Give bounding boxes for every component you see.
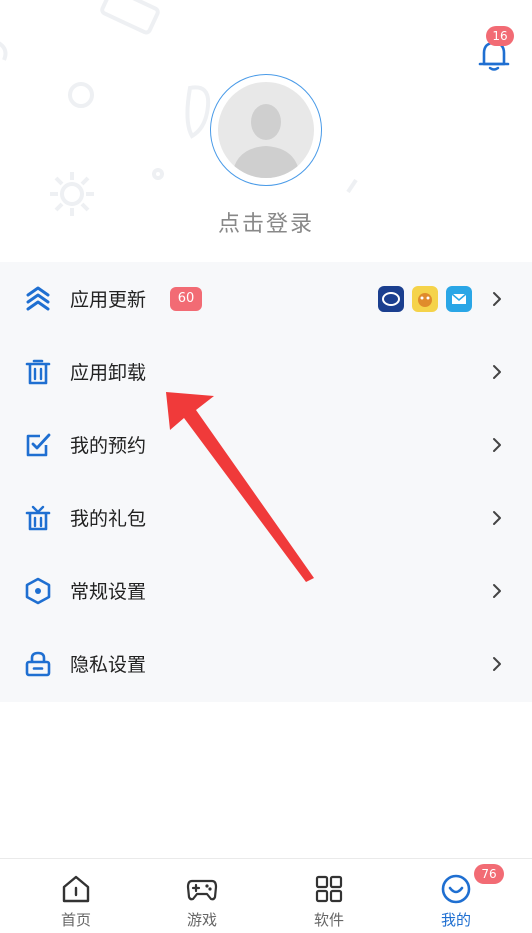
menu-item-my-gift[interactable]: 我的礼包 (0, 481, 532, 554)
login-link[interactable]: 点击登录 (0, 206, 532, 238)
lock-icon (25, 651, 51, 676)
menu-item-label: 应用卸载 (70, 362, 147, 384)
tab-label: 游戏 (186, 911, 217, 929)
chevron-right-icon (493, 291, 501, 306)
menu-item-app-update[interactable]: 应用更新 60 (0, 262, 532, 335)
menu-item-label: 我的礼包 (70, 508, 147, 530)
menu-item-label: 应用更新 (70, 289, 147, 311)
chevron-right-icon (493, 510, 501, 525)
profile-header: 16 点击登录 (0, 0, 532, 262)
chevron-right-icon (493, 656, 501, 671)
chevron-right-icon (493, 364, 501, 379)
hexagon-icon (25, 577, 51, 604)
menu-item-label: 我的预约 (70, 435, 147, 457)
app-thumb-1-icon (378, 285, 404, 312)
tab-label: 软件 (313, 911, 344, 929)
update-count-badge: 60 (170, 286, 202, 311)
tab-label: 我的 (440, 911, 471, 929)
app-thumb-2-icon (412, 285, 438, 312)
decorative-cloud-icon (0, 41, 8, 61)
menu-item-my-booking[interactable]: 我的预约 (0, 408, 532, 481)
tab-software[interactable]: 软件 (279, 859, 379, 933)
decorative-circle-icon (68, 82, 94, 108)
menu-list: 应用更新 60 应用卸载 我的预约 我的礼包 常规设置 隐私设置 (0, 262, 532, 702)
home-icon (62, 875, 90, 903)
decorative-pencil-icon (100, 0, 160, 35)
tab-label: 首页 (60, 911, 91, 929)
menu-item-app-uninstall[interactable]: 应用卸载 (0, 335, 532, 408)
chevron-right-icon (493, 437, 501, 452)
tab-home[interactable]: 首页 (26, 859, 126, 933)
menu-item-general-settings[interactable]: 常规设置 (0, 554, 532, 627)
gamepad-icon (186, 879, 218, 901)
tab-mine-badge: 76 (474, 864, 504, 884)
notification-badge: 16 (486, 26, 514, 46)
smile-icon (441, 874, 471, 904)
tab-games[interactable]: 游戏 (152, 859, 252, 933)
gift-icon (25, 505, 51, 530)
decorative-dot-icon (152, 168, 164, 180)
avatar-placeholder-icon (218, 82, 314, 178)
menu-item-label: 隐私设置 (70, 654, 147, 676)
menu-item-label: 常规设置 (70, 581, 147, 603)
layers-icon (26, 286, 50, 310)
menu-item-privacy-settings[interactable]: 隐私设置 (0, 627, 532, 700)
bottom-tab-bar: 首页 游戏 软件 我的 (0, 858, 532, 933)
chevron-right-icon (493, 583, 501, 598)
check-square-icon (26, 433, 51, 456)
decorative-dash-icon (346, 178, 358, 194)
app-thumb-3-icon (446, 285, 472, 312)
avatar[interactable] (210, 74, 322, 186)
grid-icon (315, 875, 343, 903)
trash-icon (25, 359, 51, 384)
